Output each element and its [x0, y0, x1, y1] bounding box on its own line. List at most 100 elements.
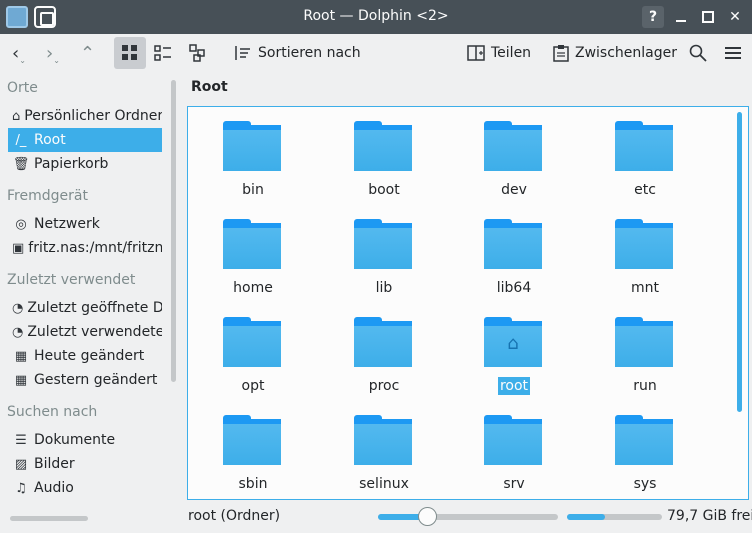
folder-icon — [615, 219, 673, 269]
network-icon: ◎ — [15, 216, 27, 232]
documents-icon: ☰ — [15, 432, 27, 448]
details-view-button[interactable] — [189, 38, 207, 68]
help-button[interactable]: ? — [642, 6, 664, 28]
folder-item[interactable]: bin — [198, 111, 308, 209]
folder-item[interactable]: mnt — [590, 209, 700, 307]
sidebar-item-home[interactable]: ⌂ Persönlicher Ordner — [8, 104, 162, 128]
folder-item[interactable]: ⌂ root — [459, 307, 569, 405]
file-view-scrollbar[interactable] — [737, 112, 742, 412]
folder-name: proc — [368, 378, 400, 394]
nas-icon: ▣ — [12, 240, 25, 256]
sidebar-item-images[interactable]: ▨ Bilder — [8, 452, 162, 476]
folder-item[interactable]: run — [590, 307, 700, 405]
sidebar-item-trash[interactable]: 🗑 Papierkorb — [8, 152, 162, 176]
sidebar-item-fritz-nas[interactable]: ▣ fritz.nas:/mnt/fritznas — [8, 236, 162, 260]
sidebar-item-label: Dokumente — [34, 432, 116, 448]
split-view-label: Teilen — [491, 45, 532, 61]
free-space-label: 79,7 GiB frei — [667, 508, 752, 524]
sidebar-item-label: Root — [34, 132, 66, 148]
folder-item[interactable]: opt — [198, 307, 308, 405]
clipboard-button[interactable]: Zwischenlager — [553, 38, 677, 68]
folder-item[interactable]: boot — [329, 111, 439, 209]
split-view-icon — [467, 45, 485, 61]
minimize-button[interactable] — [670, 6, 692, 28]
folder-name: dev — [501, 182, 527, 198]
section-title-search: Suchen nach — [7, 404, 98, 420]
folder-icon — [354, 219, 412, 269]
sort-by-button[interactable]: Sortieren nach — [234, 38, 361, 68]
sort-icon — [235, 46, 250, 60]
up-icon: ⌃ — [80, 42, 96, 64]
folder-icon — [484, 121, 542, 171]
section-title-places: Orte — [7, 80, 38, 96]
folder-icon — [223, 317, 281, 367]
folder-icon — [354, 121, 412, 171]
dropdown-arrow-icon: ⌄ — [19, 55, 26, 65]
folder-item[interactable]: sys — [590, 405, 700, 499]
sidebar-item-label: Gestern geändert — [34, 372, 158, 388]
folder-item[interactable]: lib — [329, 209, 439, 307]
zoom-slider[interactable] — [378, 514, 558, 520]
sidebar-item-label: Papierkorb — [34, 156, 109, 172]
back-icon: ‹ — [12, 42, 20, 64]
clipboard-label: Zwischenlager — [575, 45, 678, 61]
back-button[interactable]: ‹ ⌄ — [12, 38, 26, 68]
folder-name: etc — [634, 182, 656, 198]
folder-name: bin — [242, 182, 264, 198]
disk-usage-bar — [567, 514, 662, 520]
sidebar-scrollbar[interactable] — [171, 80, 176, 382]
sidebar-horizontal-scrollbar[interactable] — [10, 516, 88, 521]
sidebar-item-documents[interactable]: ☰ Dokumente — [8, 428, 162, 452]
sidebar-item-recent-places[interactable]: ◔ Zuletzt verwendete Orte — [8, 320, 162, 344]
zoom-slider-handle[interactable] — [417, 507, 437, 526]
maximize-button[interactable] — [697, 6, 719, 28]
folder-item[interactable]: home — [198, 209, 308, 307]
search-icon — [689, 44, 707, 62]
trash-icon: 🗑 — [12, 156, 30, 172]
sidebar-item-modified-yesterday[interactable]: ▦ Gestern geändert — [8, 368, 162, 392]
folder-name: mnt — [631, 280, 659, 296]
icons-view-button[interactable] — [114, 37, 146, 69]
folder-item[interactable]: srv — [459, 405, 569, 499]
section-title-recent: Zuletzt verwendet — [7, 272, 136, 288]
folder-item[interactable]: etc — [590, 111, 700, 209]
details-view-icon — [189, 44, 205, 62]
folder-item[interactable]: selinux — [329, 405, 439, 499]
folder-name: opt — [241, 378, 265, 394]
section-title-remote: Fremdgerät — [7, 188, 88, 204]
audio-icon: ♫ — [15, 480, 27, 496]
location-title: Root — [191, 79, 228, 95]
compact-view-icon — [154, 45, 171, 61]
folder-item[interactable]: proc — [329, 307, 439, 405]
sidebar-item-audio[interactable]: ♫ Audio — [8, 476, 162, 500]
sidebar-item-label: Netzwerk — [34, 216, 100, 232]
sidebar-item-recent-files[interactable]: ◔ Zuletzt geöffnete Dateien — [8, 296, 162, 320]
sort-by-label: Sortieren nach — [258, 45, 361, 61]
window-title: Root — Dolphin <2> — [303, 8, 449, 24]
clipboard-icon — [553, 45, 569, 62]
folder-item[interactable]: sbin — [198, 405, 308, 499]
folder-icon: ⌂ — [484, 317, 542, 367]
folder-name: run — [633, 378, 657, 394]
close-button[interactable]: ✕ — [724, 6, 746, 28]
split-view-button[interactable]: Teilen — [467, 38, 531, 68]
folder-name: home — [233, 280, 273, 296]
folder-icon — [223, 415, 281, 465]
home-icon: ⌂ — [507, 333, 519, 354]
sidebar-item-network[interactable]: ◎ Netzwerk — [8, 212, 162, 236]
hamburger-menu-button[interactable] — [724, 38, 742, 68]
forward-button[interactable]: › ⌄ — [46, 38, 60, 68]
folder-icon — [615, 415, 673, 465]
hamburger-menu-icon — [725, 47, 741, 59]
sidebar-item-modified-today[interactable]: ▦ Heute geändert — [8, 344, 162, 368]
calendar-icon: ▦ — [14, 372, 28, 388]
folder-icon — [484, 219, 542, 269]
search-button[interactable] — [689, 38, 707, 68]
folder-item[interactable]: dev — [459, 111, 569, 209]
up-button[interactable]: ⌃ — [80, 38, 95, 68]
sidebar-item-root[interactable]: /_ Root — [8, 128, 162, 152]
folder-item[interactable]: lib64 — [459, 209, 569, 307]
dropdown-arrow-icon: ⌄ — [53, 55, 60, 65]
file-view[interactable]: bin boot dev etc home lib lib64 mnt opt proc ⌂ root… — [187, 106, 749, 500]
compact-view-button[interactable] — [154, 38, 172, 68]
